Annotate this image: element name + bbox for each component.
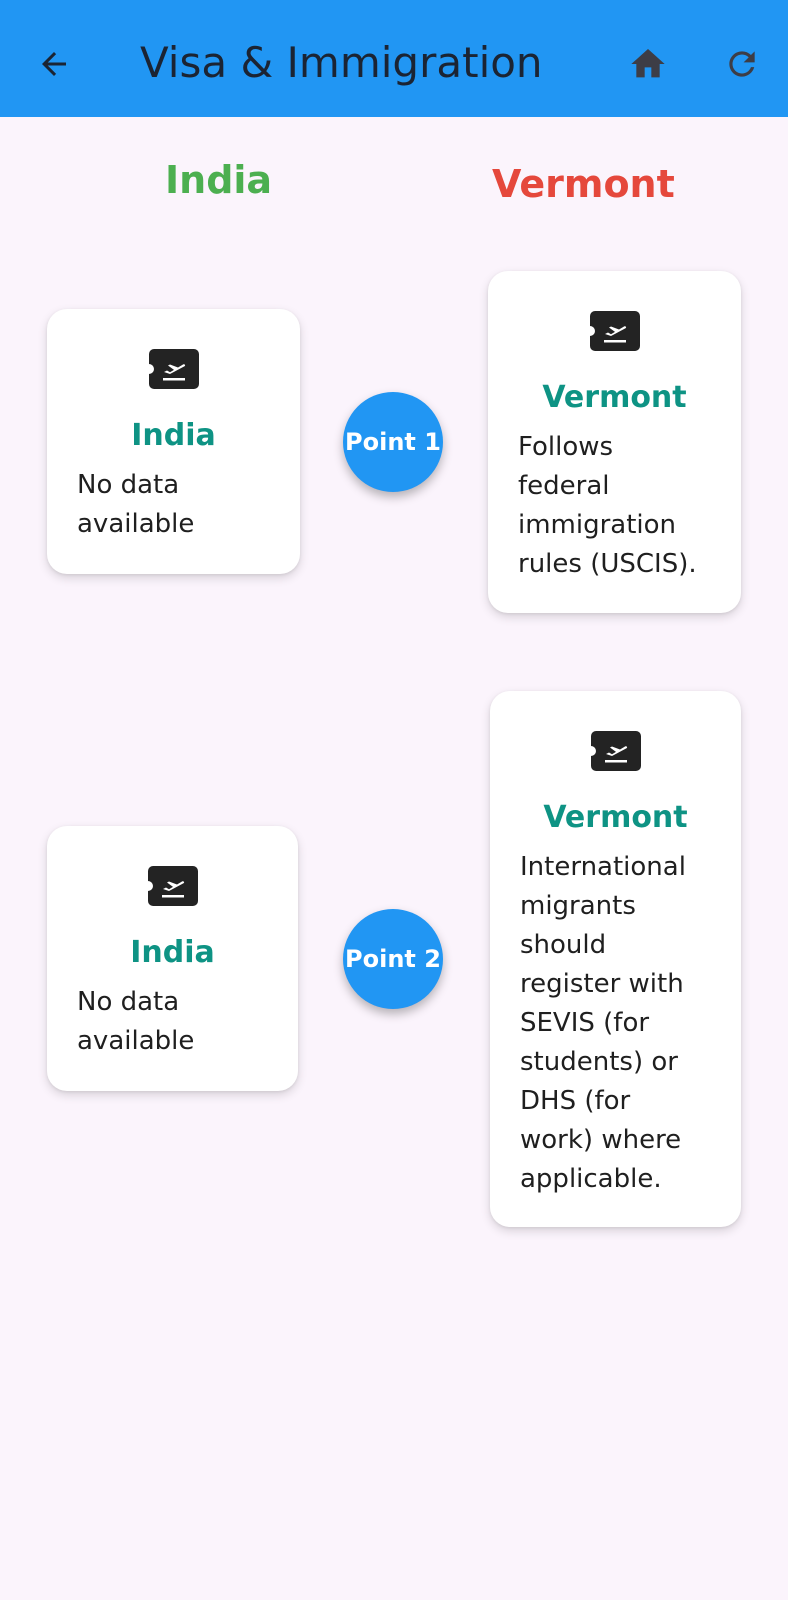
right-card-text: International migrants should register w… [520, 852, 686, 1194]
point-2-badge[interactable]: Point 2 [343, 909, 443, 1009]
left-column-heading: India [165, 158, 273, 202]
app-bar: Visa & Immigration [0, 0, 788, 117]
flight-ticket-icon [589, 311, 640, 351]
refresh-icon [729, 51, 755, 77]
refresh-button[interactable] [716, 38, 768, 90]
home-button[interactable] [622, 38, 674, 90]
left-card-title: India [131, 418, 216, 453]
left-card-text: No data available [77, 987, 195, 1056]
arrow-left-icon [42, 52, 66, 76]
right-card-1: Vermont Follows federal immigration rule… [488, 271, 741, 613]
left-card-title: India [130, 935, 215, 970]
right-card-title: Vermont [543, 800, 688, 835]
right-column-heading: Vermont [492, 162, 675, 206]
flight-ticket-icon [148, 349, 199, 389]
right-card-2: Vermont International migrants should re… [490, 691, 741, 1227]
left-card-2: India No data available [47, 826, 298, 1091]
back-button[interactable] [28, 38, 80, 90]
left-card-text: No data available [77, 470, 195, 539]
point-1-badge[interactable]: Point 1 [343, 392, 443, 492]
right-card-title: Vermont [542, 380, 687, 415]
right-card-text: Follows federal immigration rules (USCIS… [518, 432, 697, 579]
flight-ticket-icon [590, 731, 641, 771]
left-card-1: India No data available [47, 309, 300, 574]
home-icon [631, 49, 665, 78]
flight-ticket-icon [147, 866, 198, 906]
page-title: Visa & Immigration [140, 38, 543, 87]
